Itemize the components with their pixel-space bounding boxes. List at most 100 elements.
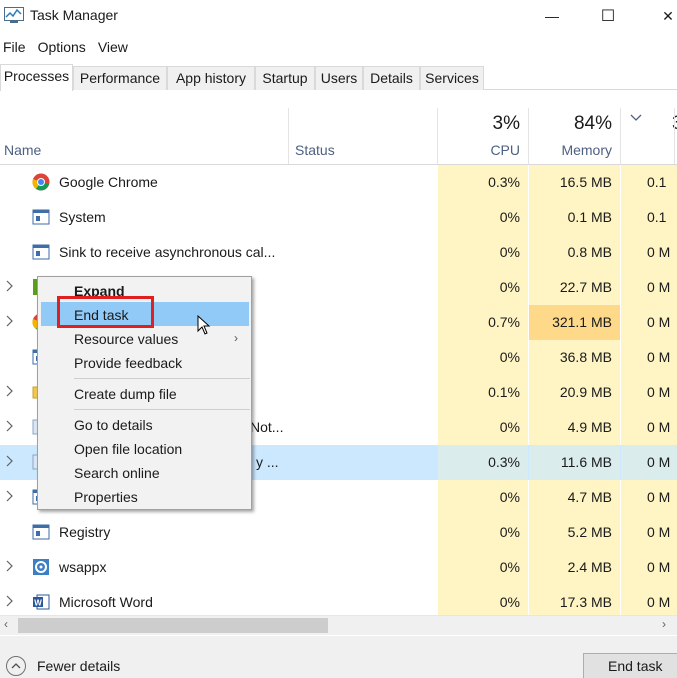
process-name: System bbox=[59, 209, 106, 225]
minimize-icon: — bbox=[545, 8, 559, 24]
memory-label: Memory bbox=[561, 142, 612, 158]
menu-view[interactable]: View bbox=[94, 36, 132, 58]
tab-app-history[interactable]: App history bbox=[167, 66, 255, 90]
disk-cell: 0 M bbox=[621, 480, 677, 515]
menu-item-go-to-details[interactable]: Go to details bbox=[74, 417, 153, 433]
memory-cell: 36.8 MB bbox=[529, 340, 620, 375]
tab-processes[interactable]: Processes bbox=[0, 64, 73, 91]
cpu-cell: 0.7% bbox=[438, 305, 528, 340]
tab-services[interactable]: Services bbox=[420, 66, 484, 90]
column-memory[interactable]: 84% Memory bbox=[529, 108, 620, 164]
menu-item-open-file-location[interactable]: Open file location bbox=[74, 441, 182, 457]
disk-cell: 0 M bbox=[621, 270, 677, 305]
cpu-cell: 0% bbox=[438, 550, 528, 585]
memory-cell: 321.1 MB bbox=[529, 305, 620, 340]
column-cpu[interactable]: 3% CPU bbox=[438, 108, 528, 164]
minimize-button[interactable]: — bbox=[529, 0, 575, 32]
menu-item-create-dump-file[interactable]: Create dump file bbox=[74, 386, 177, 402]
memory-cell: 17.3 MB bbox=[529, 585, 620, 615]
tab-startup[interactable]: Startup bbox=[255, 66, 315, 90]
chevron-right-icon[interactable] bbox=[6, 315, 18, 329]
process-row[interactable]: wsappx 0% 2.4 MB 0 M bbox=[0, 550, 677, 585]
chevron-right-icon[interactable] bbox=[6, 595, 18, 609]
scroll-left-icon[interactable]: ‹ bbox=[4, 617, 8, 631]
horizontal-scrollbar[interactable]: ‹ › bbox=[0, 615, 677, 635]
process-row[interactable]: System 0%0.1 MB0.1 M bbox=[0, 200, 677, 235]
process-row[interactable]: Google Chrome 0.3%16.5 MB0.1 M bbox=[0, 165, 677, 200]
cpu-cell: 0% bbox=[438, 515, 528, 550]
cpu-cell: 0% bbox=[438, 340, 528, 375]
memory-cell: 20.9 MB bbox=[529, 375, 620, 410]
cpu-total-percent: 3% bbox=[492, 113, 520, 134]
submenu-arrow-icon: › bbox=[234, 331, 238, 345]
footer-bar: Fewer details End task bbox=[0, 636, 677, 678]
process-name: Microsoft Word bbox=[59, 594, 153, 610]
process-name: Google Chrome bbox=[59, 174, 158, 190]
memory-cell: 0.8 MB bbox=[529, 235, 620, 270]
close-button[interactable]: ✕ bbox=[645, 0, 677, 32]
disk-cell: 0 M bbox=[621, 235, 677, 270]
process-name: Not... bbox=[250, 419, 284, 435]
memory-cell: 11.6 MB bbox=[529, 445, 620, 480]
window-title: Task Manager bbox=[30, 7, 118, 23]
sort-chevron-down-icon[interactable] bbox=[630, 114, 642, 122]
chevron-right-icon[interactable] bbox=[6, 280, 18, 294]
mouse-cursor-icon bbox=[197, 315, 211, 335]
tab-performance[interactable]: Performance bbox=[73, 66, 167, 90]
disk-cell: 0.1 M bbox=[621, 165, 677, 200]
disk-cell: 0 M bbox=[621, 515, 677, 550]
tab-users[interactable]: Users bbox=[315, 66, 363, 90]
column-name[interactable]: Name bbox=[4, 142, 41, 158]
cpu-cell: 0.3% bbox=[438, 165, 528, 200]
memory-cell: 22.7 MB bbox=[529, 270, 620, 305]
cpu-cell: 0% bbox=[438, 270, 528, 305]
maximize-icon: ☐ bbox=[600, 8, 616, 25]
system-window-icon bbox=[32, 243, 50, 261]
process-row[interactable]: Sink to receive asynchronous cal... 0% 0.8… bbox=[0, 235, 677, 270]
column-status[interactable]: Status bbox=[295, 142, 335, 158]
process-row[interactable]: W Microsoft Word 0% 17.3 MB 0 M bbox=[0, 585, 677, 615]
title-bar: Task Manager — ☐ ✕ bbox=[0, 0, 677, 32]
memory-cell: 2.4 MB bbox=[529, 550, 620, 585]
cpu-cell: 0% bbox=[438, 585, 528, 615]
scroll-right-icon[interactable]: › bbox=[662, 617, 666, 631]
memory-cell: 5.2 MB bbox=[529, 515, 620, 550]
menu-item-resource-values[interactable]: Resource values bbox=[74, 331, 178, 347]
column-divider[interactable] bbox=[288, 108, 289, 164]
disk-cell: 0 M bbox=[621, 585, 677, 615]
disk-cell: 0.1 M bbox=[621, 200, 677, 235]
memory-cell: 4.9 MB bbox=[529, 410, 620, 445]
chevron-right-icon[interactable] bbox=[6, 385, 18, 399]
chevron-right-icon[interactable] bbox=[6, 420, 18, 434]
menu-item-provide-feedback[interactable]: Provide feedback bbox=[74, 355, 182, 371]
fewer-details-link[interactable]: Fewer details bbox=[37, 658, 120, 674]
system-window-icon bbox=[32, 208, 50, 226]
disk-cell: 0 M bbox=[621, 550, 677, 585]
menu-item-search-online[interactable]: Search online bbox=[74, 465, 160, 481]
column-divider[interactable] bbox=[620, 108, 621, 164]
scrollbar-thumb[interactable] bbox=[18, 618, 328, 633]
annotation-highlight-box bbox=[57, 296, 154, 328]
chevron-right-icon[interactable] bbox=[6, 455, 18, 469]
end-task-button[interactable]: End task bbox=[583, 653, 677, 678]
tab-details[interactable]: Details bbox=[363, 66, 420, 90]
menu-separator bbox=[74, 378, 250, 379]
memory-cell: 4.7 MB bbox=[529, 480, 620, 515]
chevron-up-icon bbox=[11, 663, 21, 669]
process-name: Sink to receive asynchronous cal... bbox=[59, 244, 276, 260]
chevron-right-icon[interactable] bbox=[6, 560, 18, 574]
menu-options[interactable]: Options bbox=[34, 36, 90, 58]
menu-item-properties[interactable]: Properties bbox=[74, 489, 138, 505]
chevron-right-icon[interactable] bbox=[6, 490, 18, 504]
column-divider[interactable] bbox=[674, 108, 675, 164]
system-window-icon bbox=[32, 523, 50, 541]
column-header: Name Status 3% CPU 84% Memory 3 bbox=[0, 108, 677, 165]
menu-file[interactable]: File bbox=[0, 36, 30, 58]
chrome-icon bbox=[32, 173, 50, 191]
svg-text:W: W bbox=[34, 599, 42, 608]
process-row[interactable]: Registry 0% 5.2 MB 0 M bbox=[0, 515, 677, 550]
cpu-label: CPU bbox=[490, 142, 520, 158]
maximize-button[interactable]: ☐ bbox=[585, 0, 631, 32]
fewer-details-toggle[interactable] bbox=[6, 656, 26, 676]
disk-cell: 0 M bbox=[621, 445, 677, 480]
